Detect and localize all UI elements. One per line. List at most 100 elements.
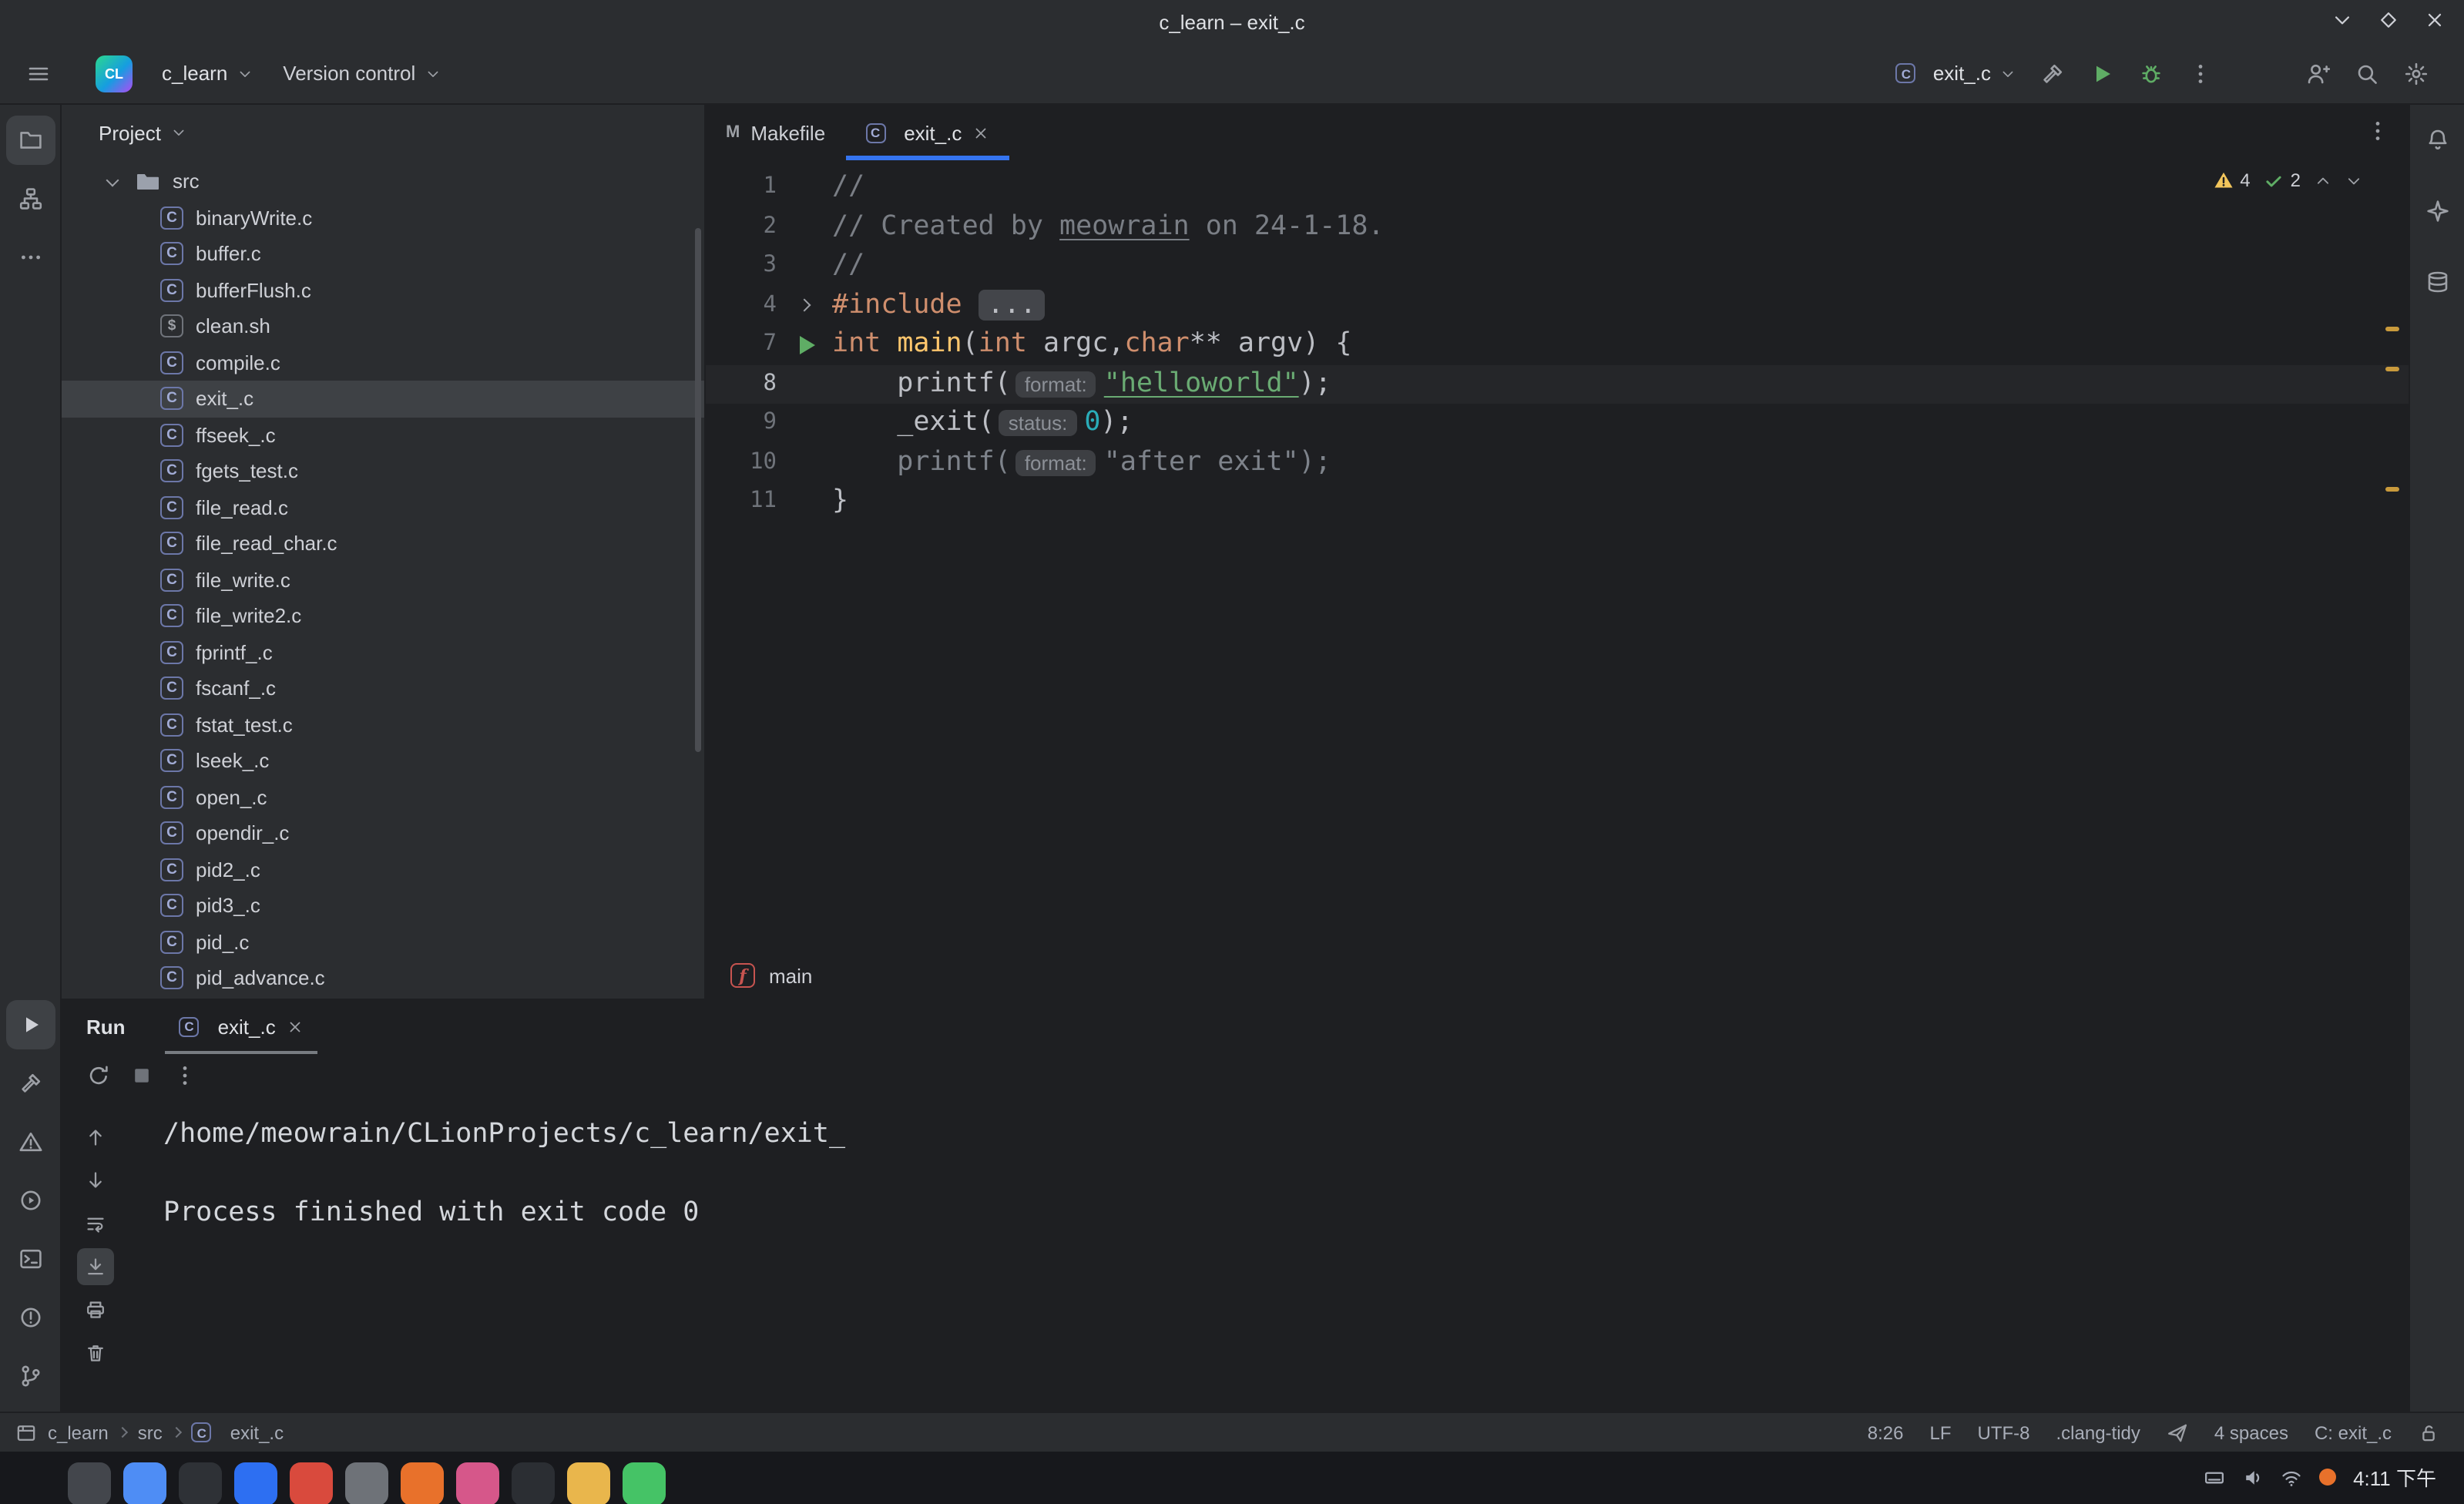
console-output[interactable]: /home/meowrain/CLionProjects/c_learn/exi… [129,1100,2409,1412]
passed-checks-count[interactable]: 2 [2264,170,2301,191]
tab-exit-c[interactable]: C exit_.c [845,105,1009,160]
taskbar-app-icon[interactable] [234,1462,277,1504]
breadcrumb-function[interactable]: main [769,964,812,987]
tree-item-file_read_char.c[interactable]: Cfile_read_char.c [62,525,704,562]
settings-button[interactable] [2393,50,2439,96]
code-line-1[interactable]: 1// [706,168,2409,207]
scroll-to-end-button[interactable] [77,1248,114,1285]
resolve-context-widget[interactable]: C: exit_.c [2315,1422,2392,1443]
print-button[interactable] [77,1291,114,1328]
taskbar-app-icon[interactable] [567,1462,610,1504]
down-stacktrace-button[interactable] [77,1162,114,1199]
file-encoding[interactable]: UTF-8 [1978,1422,2030,1443]
keyboard-icon[interactable] [2204,1466,2225,1488]
taskbar-app-icon[interactable] [290,1462,333,1504]
build-toolwindow-button[interactable] [5,1059,55,1108]
tree-item-fprintf_.c[interactable]: Cfprintf_.c [62,634,704,670]
tree-item-pid3_.c[interactable]: Cpid3_.c [62,888,704,924]
taskbar-app-icon[interactable] [123,1462,166,1504]
tree-item-bufferFlush.c[interactable]: CbufferFlush.c [62,272,704,308]
taskbar-app-icon[interactable] [401,1462,444,1504]
breadcrumb-dir[interactable]: src [138,1422,163,1443]
up-stacktrace-button[interactable] [77,1119,114,1156]
more-actions-button[interactable] [2177,50,2224,96]
warning-stripe-mark[interactable] [2385,487,2399,492]
debug-button[interactable] [2128,50,2174,96]
next-issue-icon[interactable] [2345,172,2362,189]
stop-button[interactable] [129,1063,154,1092]
prev-issue-icon[interactable] [2315,172,2331,189]
tree-item-file_write2.c[interactable]: Cfile_write2.c [62,598,704,634]
tree-item-file_write.c[interactable]: Cfile_write.c [62,562,704,598]
tab-options-button[interactable] [2365,118,2390,147]
run-button[interactable] [2079,50,2125,96]
code-line-7[interactable]: 7int main(int argc,char** argv) { [706,325,2409,364]
chevron-down-icon[interactable] [106,173,119,186]
run-panel-title[interactable]: Run [86,1015,126,1038]
code-line-2[interactable]: 2// Created by meowrain on 24-1-18. [706,207,2409,247]
titlebar[interactable]: c_learn – exit_.c [0,0,2464,43]
breadcrumb-file[interactable]: exit_.c [230,1422,284,1443]
database-button[interactable] [2412,257,2462,307]
taskbar-app-icon[interactable] [456,1462,499,1504]
clear-console-button[interactable] [77,1334,114,1371]
project-toolwindow-button[interactable] [5,116,55,165]
search-everywhere-button[interactable] [2344,50,2390,96]
taskbar-app-icon[interactable] [345,1462,388,1504]
notifications-button[interactable] [2412,116,2462,165]
minimize-button[interactable] [2331,8,2353,35]
code-line-3[interactable]: 3// [706,247,2409,286]
tab-makefile[interactable]: M Makefile [706,105,845,160]
tree-item-src[interactable]: src [62,163,704,200]
wifi-icon[interactable] [2281,1466,2302,1488]
tree-item-ffseek_.c[interactable]: Cffseek_.c [62,417,704,453]
taskbar-app-icon[interactable] [623,1462,666,1504]
maximize-button[interactable] [2378,8,2399,35]
project-scrollbar[interactable] [695,228,701,752]
run-toolwindow-button[interactable] [5,1000,55,1049]
project-selector[interactable]: c_learn [151,54,263,92]
tree-item-opendir_.c[interactable]: Copendir_.c [62,815,704,851]
taskbar-app-icon[interactable] [512,1462,555,1504]
code-line-4[interactable]: 4#include ... [706,286,2409,325]
taskbar-app-icon[interactable] [179,1462,222,1504]
line-separator[interactable]: LF [1929,1422,1951,1443]
close-button[interactable] [2424,8,2446,35]
tree-item-binaryWrite.c[interactable]: CbinaryWrite.c [62,200,704,236]
more-toolwindows-button[interactable] [5,233,55,282]
rerun-button[interactable] [86,1063,111,1092]
tree-item-pid_advance.c[interactable]: Cpid_advance.c [62,960,704,996]
project-panel-header[interactable]: Project [62,105,704,160]
breadcrumb-project[interactable]: c_learn [48,1422,109,1443]
tree-item-open_.c[interactable]: Copen_.c [62,779,704,815]
translate-widget[interactable] [2167,1422,2188,1443]
clang-tidy-widget[interactable]: .clang-tidy [2056,1422,2140,1443]
tree-item-lseek_.c[interactable]: Clseek_.c [62,743,704,779]
code-editor[interactable]: 1//2// Created by meowrain on 24-1-18.3/… [706,160,2409,952]
code-with-me-button[interactable] [2294,50,2341,96]
structure-toolwindow-button[interactable] [5,174,55,223]
clock[interactable]: 4:11 下午 [2353,1462,2436,1492]
taskbar-app-icon[interactable] [68,1462,111,1504]
editor-breadcrumbs[interactable]: f main [706,952,2409,999]
vcs-widget[interactable]: Version control [272,54,451,92]
build-button[interactable] [2029,50,2076,96]
notification-dot-icon[interactable] [2319,1469,2336,1486]
tree-item-file_read.c[interactable]: Cfile_read.c [62,489,704,525]
tree-item-pid_.c[interactable]: Cpid_.c [62,924,704,960]
warning-stripe-mark[interactable] [2385,367,2399,371]
run-more-options-button[interactable] [173,1063,197,1092]
tree-item-compile.c[interactable]: Ccompile.c [62,344,704,381]
terminal-toolwindow-button[interactable] [5,1234,55,1284]
code-line-11[interactable]: 11} [706,482,2409,522]
main-menu-button[interactable] [15,50,62,96]
lock-widget[interactable] [2418,1422,2439,1443]
services-toolwindow-button[interactable] [5,1176,55,1225]
git-toolwindow-button[interactable] [5,1351,55,1401]
run-tab-exit-c[interactable]: C exit_.c [163,999,321,1054]
problems-toolwindow-button[interactable] [5,1117,55,1167]
volume-icon[interactable] [2242,1466,2264,1488]
run-configuration-selector[interactable]: C exit_.c [1885,54,2026,92]
tree-item-clean.sh[interactable]: $clean.sh [62,308,704,344]
inspections-toolwindow-button[interactable] [5,1293,55,1342]
